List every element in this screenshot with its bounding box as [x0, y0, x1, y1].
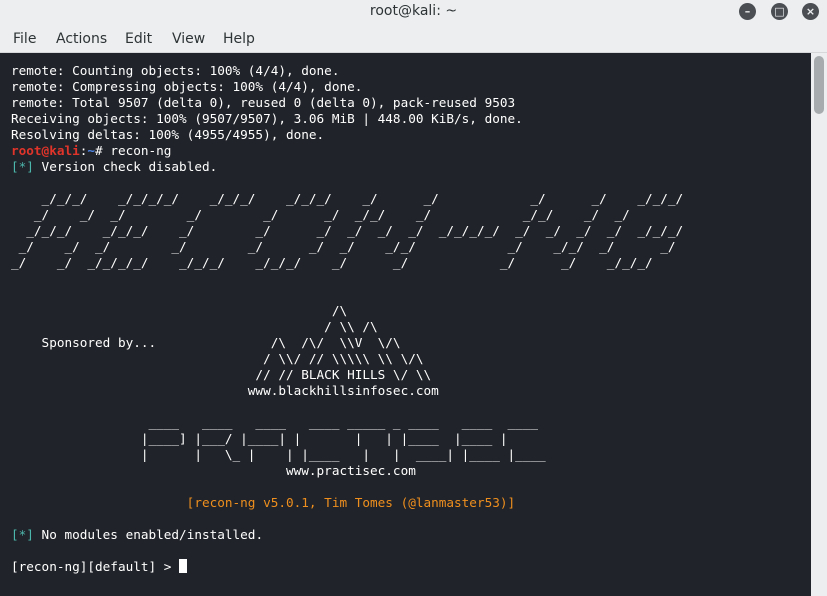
recon-prompt-line[interactable]: [recon-ng][default] > — [11, 559, 683, 575]
version-check-line: [*] Version check disabled. — [11, 159, 683, 175]
version-check-text: Version check disabled. — [33, 159, 218, 174]
recon-prompt: [recon-ng][default] > — [11, 559, 180, 574]
menu-edit[interactable]: Edit — [125, 31, 152, 47]
banner-line: _/_/_/ _/_/_/ _/ _/ _/ _/ _/ _/ _/_/_/_/… — [11, 223, 684, 238]
modules-status-line: [*] No modules enabled/installed. — [11, 527, 683, 543]
window-title: root@kali: ~ — [369, 3, 458, 19]
title-bar[interactable]: root@kali: ~ – □ × — [0, 0, 827, 24]
banner-line: _/ _/ _/ _/ _/ _/ _/_/ _/ _/_/ _/ _/ — [11, 207, 684, 222]
menu-bar: File Actions Edit View Help — [0, 24, 827, 53]
banner-line — [11, 287, 683, 303]
close-button[interactable]: × — [802, 3, 819, 20]
terminal-text: remote: Counting objects: 100% (4/4), do… — [11, 63, 683, 575]
practisec-url-line: www.practisec.com — [11, 463, 416, 478]
version-banner: [recon-ng v5.0.1, Tim Tomes (@lanmaster5… — [11, 495, 516, 510]
menu-actions[interactable]: Actions — [56, 31, 107, 47]
banner-line — [11, 175, 683, 191]
banner-line: _/ _/ _/ _/ _/ _/ _/ _/_/ _/ _/_/ _/ _/ — [11, 239, 684, 254]
banner-line — [11, 271, 683, 287]
sponsor-url-line: www.blackhillsinfosec.com — [11, 383, 439, 398]
sponsor-art-line: / \\ /\ — [11, 319, 378, 334]
prompt-path: ~ — [87, 143, 96, 158]
git-output-line: remote: Total 9507 (delta 0), reused 0 (… — [11, 95, 516, 110]
vertical-scrollbar[interactable] — [811, 53, 827, 596]
maximize-button[interactable]: □ — [771, 3, 788, 20]
prompt-command: recon-ng — [110, 143, 172, 158]
status-tag: [*] — [11, 159, 34, 174]
practisec-art-line: ____ ____ ____ ____ _____ _ ____ ____ __… — [11, 415, 539, 430]
banner-line: _/_/_/ _/_/_/_/ _/_/_/ _/_/_/ _/ _/ _/ _… — [11, 191, 684, 206]
git-output-line: Resolving deltas: 100% (4955/4955), done… — [11, 127, 325, 142]
terminal-window: root@kali: ~ – □ × File Actions Edit Vie… — [0, 0, 827, 596]
sponsor-art-line: /\ — [11, 303, 348, 318]
banner-line: _/ _/ _/_/_/_/ _/_/_/ _/_/_/ _/ _/ _/ _/… — [11, 255, 684, 270]
shell-prompt-line: root@kali:~# recon-ng — [11, 143, 683, 159]
sponsor-art-line: / \\/ // \\\\\ \\ \/\ — [11, 351, 424, 366]
sponsor-art-line: Sponsored by... /\ /\/ \\V \/\ — [11, 335, 401, 350]
practisec-art-line: | | \_ | | |____ | | ____| |____ |____ — [11, 447, 546, 462]
modules-status-text: No modules enabled/installed. — [33, 527, 264, 542]
git-output-line: remote: Counting objects: 100% (4/4), do… — [11, 63, 340, 78]
banner-line — [11, 479, 683, 495]
menu-help[interactable]: Help — [223, 31, 255, 47]
menu-file[interactable]: File — [13, 31, 36, 47]
status-tag: [*] — [11, 527, 34, 542]
terminal-output[interactable]: remote: Counting objects: 100% (4/4), do… — [0, 53, 811, 596]
git-output-line: Receiving objects: 100% (9507/9507), 3.0… — [11, 111, 523, 126]
minimize-button[interactable]: – — [739, 3, 756, 20]
menu-view[interactable]: View — [172, 31, 205, 47]
practisec-art-line: |____] |___/ |____| | | | |____ |____ | — [11, 431, 508, 446]
git-output-line: remote: Compressing objects: 100% (4/4),… — [11, 79, 363, 94]
prompt-symbol: # — [95, 143, 111, 158]
text-cursor — [179, 559, 188, 573]
sponsor-art-line: // // BLACK HILLS \/ \\ — [11, 367, 432, 382]
prompt-user-host: root@kali — [11, 143, 80, 158]
banner-line — [11, 399, 683, 415]
scrollbar-thumb[interactable] — [814, 56, 824, 114]
